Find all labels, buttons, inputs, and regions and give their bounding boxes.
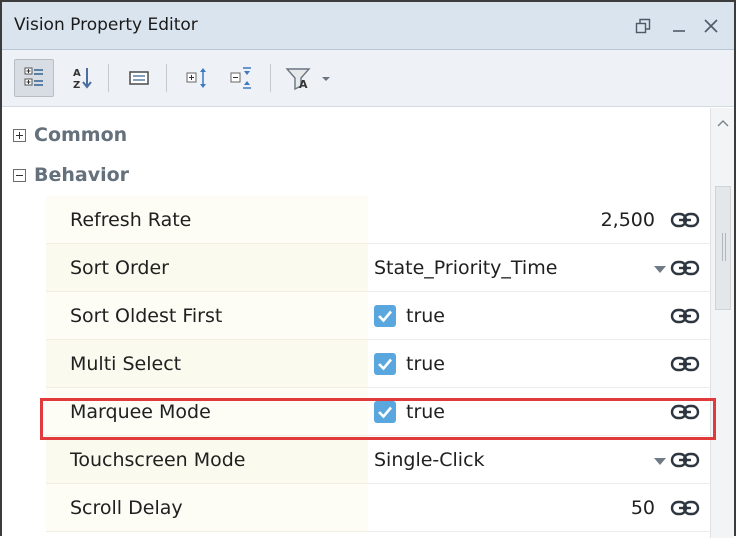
property-name: Sort Oldest First <box>46 292 368 340</box>
property-name: Refresh Rate <box>46 196 368 244</box>
property-value: true <box>406 400 445 423</box>
binding-link-icon[interactable] <box>670 258 700 278</box>
property-row-sort-order[interactable]: Sort Order State_Priority_Time <box>46 244 710 292</box>
checkbox-checked-icon[interactable] <box>374 353 396 375</box>
property-value: Single-Click <box>374 448 485 471</box>
property-value: true <box>406 304 445 327</box>
binding-link-icon[interactable] <box>670 354 700 374</box>
title-bar: Vision Property Editor <box>2 2 734 50</box>
restore-window-icon[interactable] <box>626 8 660 44</box>
svg-text:A: A <box>73 68 81 79</box>
property-name: Multi Select <box>46 340 368 388</box>
checkbox-checked-icon[interactable] <box>374 305 396 327</box>
group-common[interactable]: Common <box>2 115 710 155</box>
property-value: 2,500 <box>600 208 655 231</box>
dropdown-arrow-icon[interactable] <box>654 458 666 465</box>
property-grid: Common Behavior Refresh Rate 2,500 Sort … <box>2 108 734 538</box>
property-name: Scroll Delay <box>46 484 368 532</box>
filter-properties-icon[interactable]: A <box>282 59 336 97</box>
dropdown-arrow-icon[interactable] <box>654 266 666 273</box>
binding-link-icon[interactable] <box>670 306 700 326</box>
binding-link-icon[interactable] <box>670 402 700 422</box>
minimize-icon[interactable] <box>662 8 696 44</box>
sort-alphabetical-icon[interactable]: A Z <box>66 59 100 97</box>
property-description-icon[interactable] <box>122 59 156 97</box>
property-row-touchscreen-mode[interactable]: Touchscreen Mode Single-Click <box>46 436 710 484</box>
binding-link-icon[interactable] <box>670 498 700 518</box>
property-value: true <box>406 352 445 375</box>
property-row-sort-oldest-first[interactable]: Sort Oldest First true <box>46 292 710 340</box>
close-icon[interactable] <box>694 8 728 44</box>
property-name: Touchscreen Mode <box>46 436 368 484</box>
group-label: Common <box>34 124 128 146</box>
property-value-field[interactable]: 50 <box>368 484 710 532</box>
group-label: Behavior <box>34 164 130 186</box>
property-row-marquee-mode[interactable]: Marquee Mode true <box>46 388 710 436</box>
collapse-icon[interactable] <box>13 168 26 182</box>
scrollbar-thumb[interactable] <box>715 186 731 310</box>
expand-all-icon[interactable] <box>180 59 218 97</box>
svg-text:A: A <box>299 78 308 91</box>
property-value: 50 <box>630 496 655 519</box>
property-row-refresh-rate[interactable]: Refresh Rate 2,500 <box>46 196 710 244</box>
group-behavior[interactable]: Behavior <box>2 155 710 195</box>
categorized-view-icon[interactable] <box>14 59 54 97</box>
expand-icon[interactable] <box>13 128 26 142</box>
svg-text:Z: Z <box>73 80 80 91</box>
toolbar: A Z A <box>2 50 734 107</box>
property-value-checkbox[interactable]: true <box>368 388 710 436</box>
property-value-dropdown[interactable]: Single-Click <box>368 436 710 484</box>
property-value-checkbox[interactable]: true <box>368 292 710 340</box>
property-name: Sort Order <box>46 244 368 292</box>
binding-link-icon[interactable] <box>670 210 700 230</box>
binding-link-icon[interactable] <box>670 450 700 470</box>
vertical-scrollbar[interactable] <box>710 108 734 538</box>
property-value: State_Priority_Time <box>374 256 558 279</box>
property-editor-window: Vision Property Editor A Z A Common Beha… <box>0 0 736 538</box>
property-value-field[interactable]: 2,500 <box>368 196 710 244</box>
collapse-all-icon[interactable] <box>224 59 262 97</box>
property-value-checkbox[interactable]: true <box>368 340 710 388</box>
window-title: Vision Property Editor <box>14 15 198 35</box>
property-value-dropdown[interactable]: State_Priority_Time <box>368 244 710 292</box>
scroll-up-icon[interactable] <box>715 116 731 130</box>
property-row-scroll-delay[interactable]: Scroll Delay 50 <box>46 484 710 532</box>
checkbox-checked-icon[interactable] <box>374 401 396 423</box>
property-name: Marquee Mode <box>46 388 368 436</box>
property-row-multi-select[interactable]: Multi Select true <box>46 340 710 388</box>
